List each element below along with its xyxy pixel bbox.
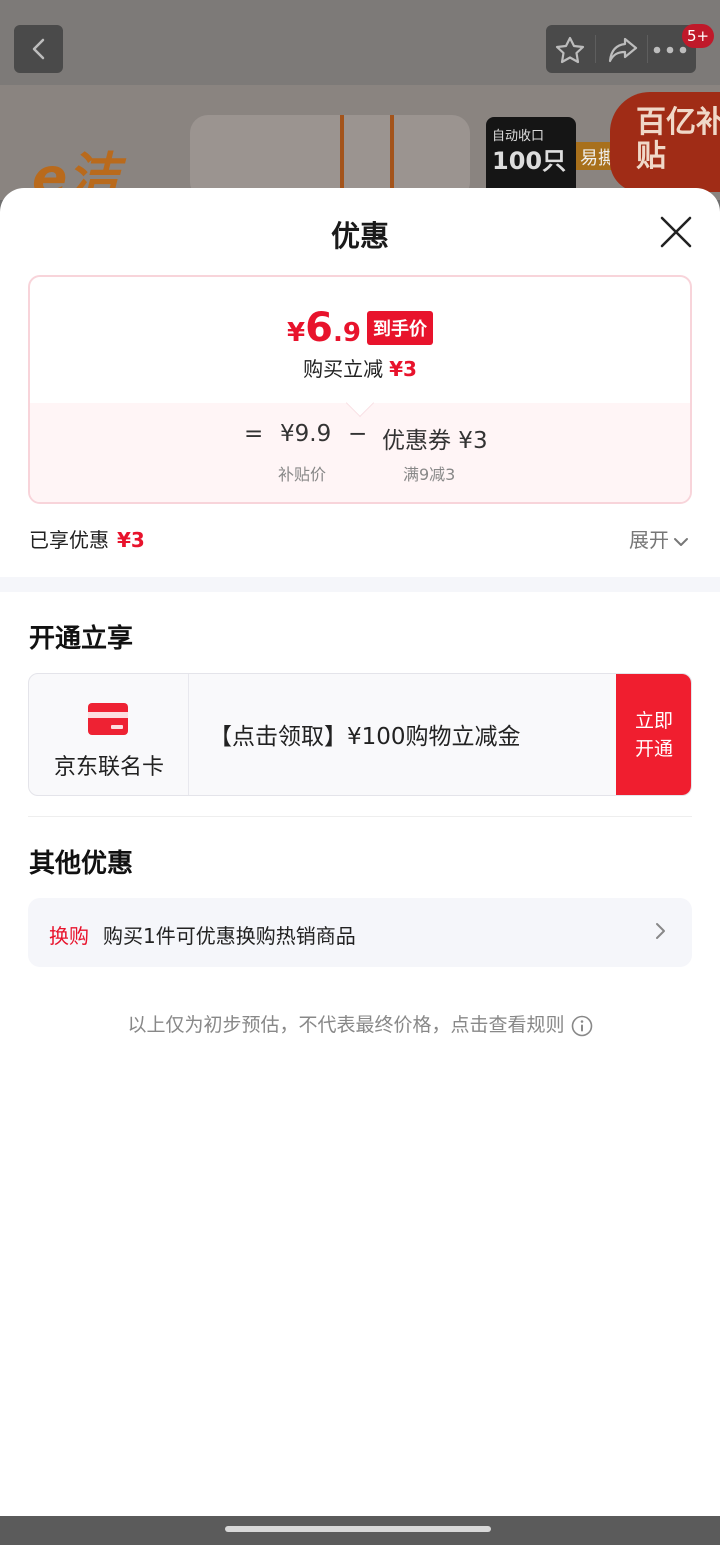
reduce-label: 购买立减 [303,357,384,381]
more-icon[interactable] [653,46,687,54]
top-action-group [546,25,696,73]
footnote-text: 以上仅为初步预估，不代表最终价格，点击查看规则 [127,1014,565,1036]
expand-label: 展开 [629,528,669,552]
section-divider [0,577,720,592]
chevron-right-icon [656,923,665,939]
exchange-offer-row[interactable]: 换购 购买1件可优惠换购热销商品 [28,898,692,967]
coupon-rule: 满9减3 [403,465,456,484]
sheet-title: 优惠 [330,219,389,253]
subsidy-price: ¥9.9 [280,421,332,447]
chevron-down-icon [674,537,688,546]
subsidy-badge: 百亿补贴 [610,92,720,192]
card-brand-area: 京东联名卡 [29,674,189,795]
product-cord [340,115,344,195]
close-icon[interactable] [658,214,694,250]
minus-sign: − [348,421,368,447]
divider [595,35,596,63]
open-now-label: 立即 开通 [634,710,673,760]
price-formula: = ¥9.9 补贴价 − 优惠券 ¥3 满9减3 [30,388,690,502]
exchange-tag: 换购 [49,924,89,948]
divider [28,816,692,817]
discount-sheet: 优惠 ¥6.9 到手价 购买立减 ¥3 = ¥9.9 补贴价 − 优惠券 ¥3 满9… [0,188,720,1516]
currency-symbol: ¥ [287,318,306,348]
co-branded-card-offer[interactable]: 京东联名卡 【点击领取】¥100购物立减金 立即 开通 [28,673,692,796]
instant-reduce-row: 购买立减 ¥3 [30,353,690,382]
expand-button[interactable]: 展开 [629,524,689,553]
chevron-left-icon [32,38,45,60]
subsidy-price-label: 补贴价 [278,465,327,484]
enjoyed-discount-row: 已享优惠 ¥3 [29,524,145,553]
product-cord [390,115,394,195]
notification-badge: 5+ [682,24,715,48]
enjoyed-amount: ¥3 [117,528,145,552]
star-icon[interactable] [555,36,585,64]
enjoyed-label: 已享优惠 [29,528,109,552]
system-navigation-bar [0,1516,720,1545]
coupon-amount: 优惠券 ¥3 [382,428,488,454]
estimate-rules-link[interactable]: 以上仅为初步预估，不代表最终价格，点击查看规则 [0,1010,720,1037]
final-price-section: ¥6.9 到手价 购买立减 ¥3 [30,277,690,403]
reduce-amount: ¥3 [389,357,417,381]
open-now-button[interactable]: 立即 开通 [616,674,691,795]
card-name: 京东联名卡 [53,755,164,780]
exchange-text: 购买1件可优惠换购热销商品 [103,924,356,948]
info-icon [571,1015,592,1036]
price-breakdown-card: ¥6.9 到手价 购买立减 ¥3 = ¥9.9 补贴价 − 优惠券 ¥3 满9减3 [28,275,692,504]
final-price-tag: 到手价 [366,311,433,345]
box-count: 100只 [492,147,567,175]
credit-card-icon [88,703,128,735]
other-discounts-title: 其他优惠 [29,849,134,879]
equals-sign: = [244,421,264,447]
open-benefits-title: 开通立享 [29,624,134,654]
final-price-decimal: .9 [332,318,361,348]
share-icon[interactable] [607,36,639,64]
home-indicator[interactable] [225,1526,491,1532]
final-price: ¥6.9 [287,305,361,351]
divider [647,35,648,63]
back-button[interactable] [14,25,63,73]
final-price-row: ¥6.9 到手价 [30,305,690,351]
final-price-integer: 6 [305,305,333,351]
card-offer-text: 【点击领取】¥100购物立减金 [209,724,521,750]
